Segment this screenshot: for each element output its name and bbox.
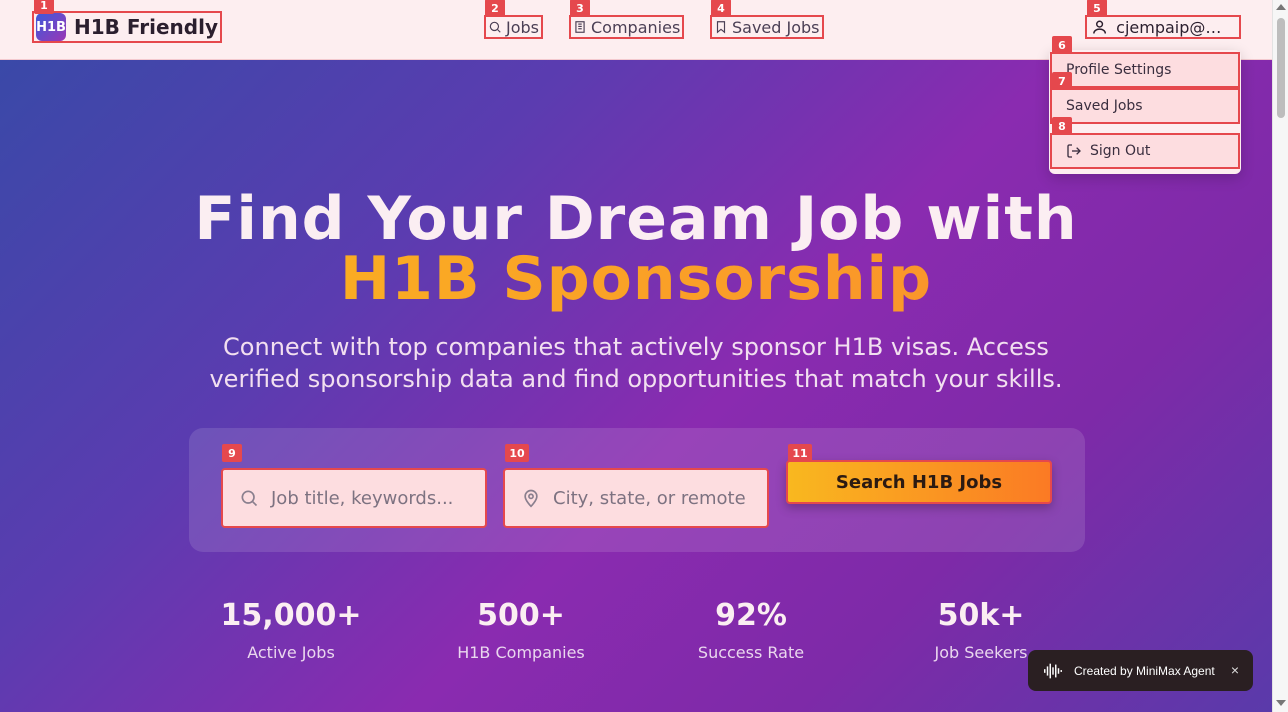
nav-jobs-label: Jobs (506, 17, 539, 37)
marker-badge: 7 (1052, 72, 1072, 90)
search-icon (241, 490, 258, 507)
search-h1b-jobs-button[interactable]: Search H1B Jobs (786, 460, 1052, 504)
brand-logo: H1B (36, 13, 66, 41)
stat-value: 500+ (477, 598, 565, 633)
hero-subtitle-line2: verified sponsorship data and find oppor… (209, 365, 1063, 393)
marker-badge: 3 (570, 0, 590, 17)
stat-label: H1B Companies (457, 643, 585, 662)
hero-subtitle-line1: Connect with top companies that actively… (223, 333, 1049, 361)
scroll-down-arrow-icon[interactable] (1276, 700, 1286, 706)
nav-jobs[interactable]: Jobs (484, 15, 543, 39)
nav-companies[interactable]: Companies (569, 15, 685, 39)
menu-item-saved-jobs[interactable]: Saved Jobs (1050, 88, 1240, 124)
user-icon (1093, 20, 1107, 34)
user-menu-button[interactable]: cjempaip@mi... (1085, 15, 1241, 39)
marker-badge: 2 (485, 0, 505, 17)
toast-text: Created by MiniMax Agent (1074, 663, 1215, 678)
menu-item-profile-settings[interactable]: Profile Settings (1050, 52, 1240, 88)
stat-success-rate: 92% Success Rate (651, 598, 851, 662)
search-panel: Job title, keywords... City, state, or r… (189, 428, 1085, 552)
nav-companies-label: Companies (591, 17, 681, 37)
user-email: cjempaip@mi... (1116, 17, 1235, 37)
building-icon (575, 21, 585, 33)
keywords-placeholder: Job title, keywords... (271, 487, 454, 509)
marker-badge: 9 (222, 444, 242, 462)
search-icon (489, 21, 501, 33)
stat-active-jobs: 15,000+ Active Jobs (191, 598, 391, 662)
stat-value: 15,000+ (220, 598, 362, 633)
marker-badge: 6 (1052, 36, 1072, 54)
scroll-thumb[interactable] (1277, 18, 1285, 118)
keywords-input[interactable]: Job title, keywords... (221, 468, 487, 528)
bookmark-icon (716, 21, 726, 34)
map-pin-icon (524, 489, 538, 508)
hero-title-line2: H1B Sponsorship (0, 244, 1272, 314)
stat-value: 50k+ (937, 598, 1025, 633)
marker-badge: 5 (1087, 0, 1107, 17)
location-input[interactable]: City, state, or remote (503, 468, 769, 528)
stat-label: Active Jobs (247, 643, 335, 662)
waveform-icon (1044, 663, 1062, 678)
close-icon[interactable]: × (1231, 662, 1239, 678)
stat-h1b-companies: 500+ H1B Companies (421, 598, 621, 662)
nav-saved-jobs-label: Saved Jobs (732, 17, 820, 37)
user-dropdown-menu: Profile Settings Saved Jobs Sign Out (1049, 50, 1241, 174)
created-by-toast: Created by MiniMax Agent × (1028, 650, 1253, 691)
nav-saved-jobs[interactable]: Saved Jobs (710, 15, 824, 39)
marker-badge: 10 (505, 444, 529, 462)
sign-out-icon (1067, 144, 1081, 158)
brand-name: H1B Friendly (74, 15, 218, 39)
sign-out-label: Sign Out (1090, 143, 1151, 159)
marker-badge: 8 (1052, 117, 1072, 135)
location-placeholder: City, state, or remote (553, 487, 746, 509)
scroll-up-arrow-icon[interactable] (1276, 4, 1286, 10)
stat-label: Success Rate (697, 643, 805, 662)
marker-badge: 4 (711, 0, 731, 17)
brand-link[interactable]: H1B H1B Friendly (32, 11, 222, 43)
menu-item-sign-out[interactable]: Sign Out (1050, 133, 1240, 169)
marker-badge: 1 (34, 0, 54, 14)
stat-value: 92% (715, 598, 787, 633)
page-scrollbar[interactable] (1272, 0, 1288, 712)
marker-badge: 11 (788, 444, 812, 462)
